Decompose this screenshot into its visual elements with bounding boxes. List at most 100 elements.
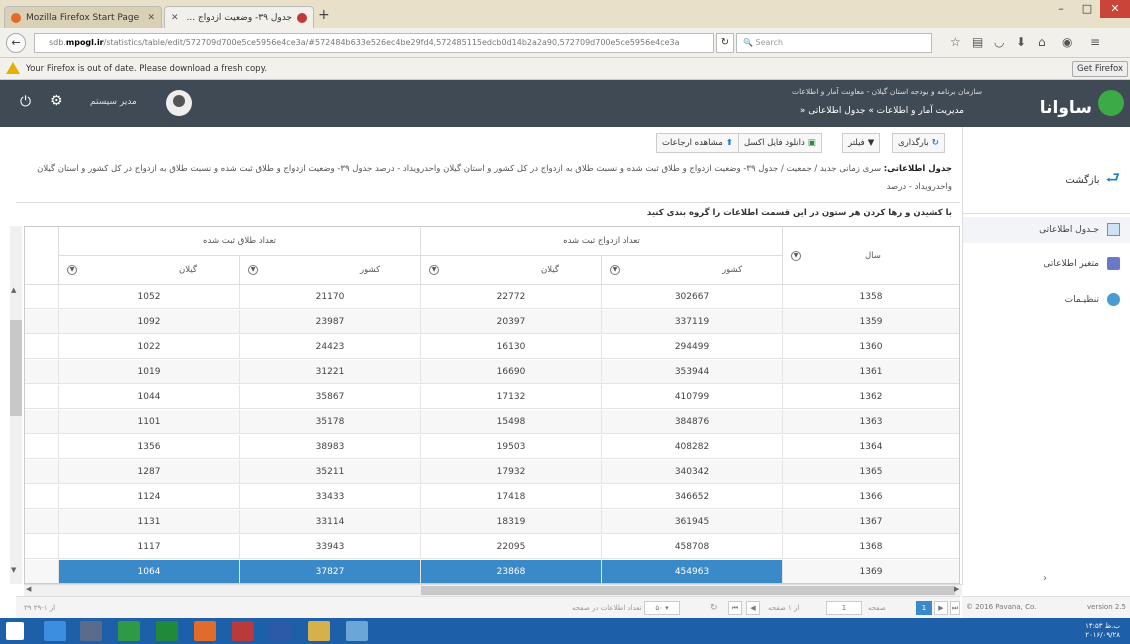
filter-icon[interactable]: ▼ [67, 265, 77, 275]
column-header-year[interactable]: سال ▼ [783, 227, 959, 285]
table-cell-year[interactable]: 1359 [783, 310, 959, 334]
firefox-icon[interactable] [194, 621, 216, 641]
last-page-icon[interactable]: ⏭ [950, 601, 960, 615]
horizontal-scroll-thumb[interactable] [421, 586, 955, 595]
table-cell-m-country[interactable]: 337119 [602, 310, 783, 334]
url-bar[interactable]: sdb.mpogl.ir/statistics/table/edit/57270… [34, 33, 714, 53]
folder-icon[interactable] [308, 621, 330, 641]
scroll-up-icon[interactable]: ▲ [11, 286, 16, 294]
table-cell-m-gilan[interactable]: 17418 [421, 485, 602, 509]
page-input[interactable]: 1 [826, 601, 862, 615]
table-cell-d-gilan[interactable]: 1101 [59, 410, 240, 434]
current-page-button[interactable]: 1 [916, 601, 932, 615]
table-row[interactable]: 1367 361945 18319 33114 1131 [25, 510, 959, 534]
table-cell-d-country[interactable]: 21170 [240, 285, 421, 309]
table-cell-d-country[interactable]: 37827 [240, 560, 421, 583]
column-header-marriage-gilan[interactable]: گیلان ▼ [421, 256, 602, 285]
avatar[interactable] [166, 90, 192, 116]
filter-icon[interactable]: ▼ [248, 265, 258, 275]
table-cell-m-gilan[interactable]: 17132 [421, 385, 602, 409]
table-cell-year[interactable]: 1369 [783, 560, 959, 583]
table-cell-m-country[interactable]: 361945 [602, 510, 783, 534]
table-cell-d-country[interactable]: 31221 [240, 360, 421, 384]
next-page-icon[interactable]: ▶ [934, 601, 948, 615]
sidebar-item-variable[interactable]: متغیر اطلاعاتی [1043, 257, 1120, 270]
table-cell-m-gilan[interactable]: 19503 [421, 435, 602, 459]
table-cell-m-country[interactable]: 454963 [602, 560, 783, 583]
scroll-left-icon[interactable]: ◀ [26, 585, 31, 593]
chrome-icon[interactable] [118, 621, 140, 641]
column-header-marriage-country[interactable]: کشور ▼ [602, 256, 783, 285]
minimize-button[interactable]: – [1048, 0, 1074, 18]
gear-icon[interactable]: ⚙ [50, 93, 63, 109]
sidebar-collapse-icon[interactable]: › [1043, 573, 1047, 584]
clipboard-icon[interactable]: ▤ [972, 35, 983, 49]
system-tray[interactable]: ۱۴:۵۳ ب.ظ ۲۰۱۶/۰۹/۲۸ [1085, 622, 1120, 640]
download-excel-button[interactable]: دانلود فایل اکسل ▣ [738, 133, 822, 153]
new-tab-button[interactable]: + [318, 7, 330, 23]
horizontal-scrollbar[interactable]: ◀ ▶ [24, 584, 962, 596]
back-button[interactable]: بازگشت ⮐ [1065, 167, 1120, 194]
table-cell-d-gilan[interactable]: 1287 [59, 460, 240, 484]
table-row[interactable]: 1364 408282 19503 38983 1356 [25, 435, 959, 459]
table-cell-d-gilan[interactable]: 1131 [59, 510, 240, 534]
table-cell-d-country[interactable]: 35867 [240, 385, 421, 409]
prev-page-icon[interactable]: ◀ [746, 601, 760, 615]
table-cell-d-country[interactable]: 33114 [240, 510, 421, 534]
breadcrumb[interactable]: » مدیریت آمار و اطلاعات » جدول اطلاعاتی [800, 106, 964, 116]
table-cell-year[interactable]: 1361 [783, 360, 959, 384]
table-cell-d-country[interactable]: 24423 [240, 335, 421, 359]
table-cell-year[interactable]: 1362 [783, 385, 959, 409]
table-cell-year[interactable]: 1360 [783, 335, 959, 359]
table-cell-m-country[interactable]: 346652 [602, 485, 783, 509]
home-icon[interactable]: ⌂ [1038, 35, 1046, 49]
table-cell-d-gilan[interactable]: 1356 [59, 435, 240, 459]
table-cell-d-gilan[interactable]: 1064 [59, 560, 240, 583]
view-references-button[interactable]: مشاهده ارجاعات ⬆ [656, 133, 739, 153]
table-cell-d-gilan[interactable]: 1092 [59, 310, 240, 334]
close-tab-icon[interactable]: ✕ [141, 13, 155, 23]
table-cell-d-country[interactable]: 33943 [240, 535, 421, 559]
vertical-scroll-thumb[interactable] [10, 320, 22, 416]
table-cell-year[interactable]: 1365 [783, 460, 959, 484]
table-cell-d-country[interactable]: 35211 [240, 460, 421, 484]
table-cell-m-gilan[interactable]: 20397 [421, 310, 602, 334]
table-row[interactable]: 1358 302667 22772 21170 1052 [25, 285, 959, 309]
table-cell-d-gilan[interactable]: 1044 [59, 385, 240, 409]
table-cell-d-gilan[interactable]: 1052 [59, 285, 240, 309]
table-cell-m-country[interactable]: 408282 [602, 435, 783, 459]
table-cell-d-country[interactable]: 35178 [240, 410, 421, 434]
reload-button[interactable]: بارگذاری ↻ [892, 133, 945, 153]
search-input[interactable]: 🔍 Search [736, 33, 932, 53]
table-cell-m-country[interactable]: 410799 [602, 385, 783, 409]
window-close-button[interactable]: ✕ [1100, 0, 1130, 18]
table-cell-year[interactable]: 1367 [783, 510, 959, 534]
table-cell-d-country[interactable]: 38983 [240, 435, 421, 459]
scroll-right-icon[interactable]: ▶ [954, 585, 959, 593]
table-cell-d-gilan[interactable]: 1117 [59, 535, 240, 559]
table-cell-m-gilan[interactable]: 16130 [421, 335, 602, 359]
windows-start-icon[interactable] [6, 622, 24, 640]
refresh-icon[interactable]: ↻ [710, 601, 718, 615]
app-logo[interactable]: ساوانا [994, 86, 1124, 122]
tab-table-39[interactable]: جدول ۳۹- وضعیت ازدواج ... ✕ [164, 6, 314, 28]
table-cell-year[interactable]: 1363 [783, 410, 959, 434]
tab-firefox-start[interactable]: Mozilla Firefox Start Page ✕ [4, 6, 162, 28]
table-row[interactable]: 1361 353944 16690 31221 1019 [25, 360, 959, 384]
table-cell-m-country[interactable]: 384876 [602, 410, 783, 434]
table-cell-m-country[interactable]: 294499 [602, 335, 783, 359]
table-cell-year[interactable]: 1368 [783, 535, 959, 559]
word-icon[interactable] [270, 621, 292, 641]
filter-icon[interactable]: ▼ [610, 265, 620, 275]
back-arrow-icon[interactable]: ← [6, 33, 26, 53]
table-cell-year[interactable]: 1364 [783, 435, 959, 459]
table-cell-d-gilan[interactable]: 1022 [59, 335, 240, 359]
vertical-scrollbar[interactable]: ▲ ▼ [10, 226, 22, 584]
filter-button[interactable]: فیلتر ▼ [842, 133, 881, 153]
per-page-select[interactable]: ۵۰ ▾ [644, 601, 680, 615]
table-cell-m-gilan[interactable]: 22772 [421, 285, 602, 309]
sidebar-item-table[interactable]: جـدول اطلاعاتی [1039, 223, 1120, 236]
paint-icon[interactable] [346, 621, 368, 641]
table-cell-m-country[interactable]: 302667 [602, 285, 783, 309]
reload-icon[interactable]: ↻ [716, 33, 734, 53]
